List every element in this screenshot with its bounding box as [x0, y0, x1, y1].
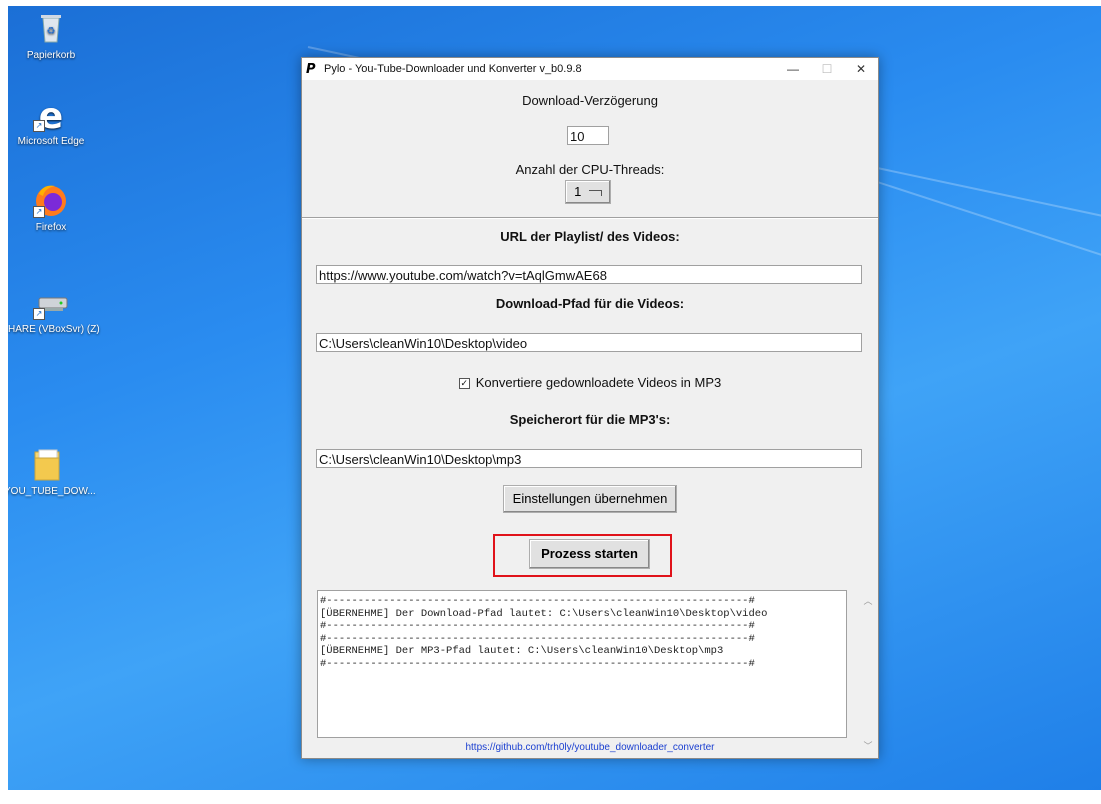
mp3-path-label: Speicherort für die MP3's: — [509, 412, 671, 427]
log-line: #---------------------------------------… — [320, 595, 755, 607]
log-scrollbar[interactable]: ︿ ﹀ — [860, 590, 876, 756]
title-bar[interactable]: P Pylo - You-Tube-Downloader und Konvert… — [302, 58, 878, 80]
app-logo-icon: P — [306, 61, 316, 77]
desktop-icon-label: Papierkorb — [26, 50, 76, 61]
edge-icon: e ↗ — [33, 96, 69, 137]
folder-icon — [29, 446, 65, 482]
shortcut-arrow-icon: ↗ — [33, 206, 45, 218]
download-path-input[interactable]: C:\Users\cleanWin10\Desktop\video — [316, 333, 862, 352]
firefox-icon: ↗ — [33, 182, 69, 218]
cpu-threads-value: 1 — [574, 184, 582, 199]
network-drive-icon: ↗ — [33, 284, 69, 320]
url-input[interactable]: https://www.youtube.com/watch?v=tAqlGmwA… — [316, 265, 862, 284]
scroll-up-icon[interactable]: ︿ — [860, 594, 876, 607]
log-line: #---------------------------------------… — [320, 657, 755, 670]
apply-settings-button[interactable]: Einstellungen übernehmen — [503, 485, 677, 513]
log-line: [ÜBERNEHME] Der MP3-Pfad lautet: C:\User… — [320, 645, 724, 657]
desktop-icon-firefox[interactable]: ↗ Firefox — [8, 182, 94, 233]
window-title: Pylo - You-Tube-Downloader und Konverter… — [324, 63, 582, 75]
minimize-button[interactable]: — — [776, 58, 810, 80]
log-output[interactable]: #---------------------------------------… — [317, 590, 847, 738]
cpu-threads-label: Anzahl der CPU-Threads: — [515, 162, 665, 177]
download-delay-input[interactable]: 10 — [567, 126, 609, 145]
desktop-icon-network-drive[interactable]: ↗ HARE (VBoxSvr) (Z) — [8, 284, 100, 335]
desktop-icon-folder[interactable]: YOU_TUBE_DOW... — [8, 446, 96, 497]
log-line: [ÜBERNEHME] Der Download-Pfad lautet: C:… — [320, 607, 768, 620]
shortcut-arrow-icon: ↗ — [33, 308, 45, 320]
cpu-threads-option-menu[interactable]: 1 — [565, 180, 611, 204]
convert-checkbox[interactable]: ✓ — [458, 378, 470, 390]
url-label: URL der Playlist/ des Videos: — [500, 229, 680, 244]
svg-text:♻: ♻ — [47, 26, 56, 37]
close-button[interactable]: ✕ — [844, 58, 878, 80]
app-window: P Pylo - You-Tube-Downloader und Konvert… — [301, 57, 879, 759]
download-delay-label: Download-Verzögerung — [522, 93, 658, 108]
desktop-icon-label: YOU_TUBE_DOW... — [8, 486, 96, 497]
option-menu-indicator-icon — [588, 189, 602, 196]
desktop-icon-label: Firefox — [35, 222, 67, 233]
desktop-icon-edge[interactable]: e ↗ Microsoft Edge — [8, 96, 94, 147]
desktop-icon-label: Microsoft Edge — [17, 136, 85, 147]
download-path-label: Download-Pfad für die Videos: — [495, 296, 685, 311]
log-line: #---------------------------------------… — [320, 632, 755, 645]
highlight-box — [493, 534, 672, 577]
shortcut-arrow-icon: ↗ — [33, 120, 45, 132]
recycle-bin-icon: ♻ — [33, 10, 69, 46]
mp3-path-input[interactable]: C:\Users\cleanWin10\Desktop\mp3 — [316, 449, 862, 468]
desktop-icon-label: HARE (VBoxSvr) (Z) — [8, 324, 100, 335]
maximize-button[interactable]: ☐ — [810, 58, 844, 80]
log-line: #---------------------------------------… — [320, 620, 755, 632]
github-link[interactable]: https://github.com/trh0ly/youtube_downlo… — [302, 742, 878, 753]
desktop-icon-recycle-bin[interactable]: ♻ Papierkorb — [8, 10, 94, 61]
separator — [302, 217, 878, 219]
convert-checkbox-label: Konvertiere gedownloadete Videos in MP3 — [475, 375, 722, 390]
convert-checkbox-row[interactable]: ✓ Konvertiere gedownloadete Videos in MP3 — [302, 375, 878, 390]
